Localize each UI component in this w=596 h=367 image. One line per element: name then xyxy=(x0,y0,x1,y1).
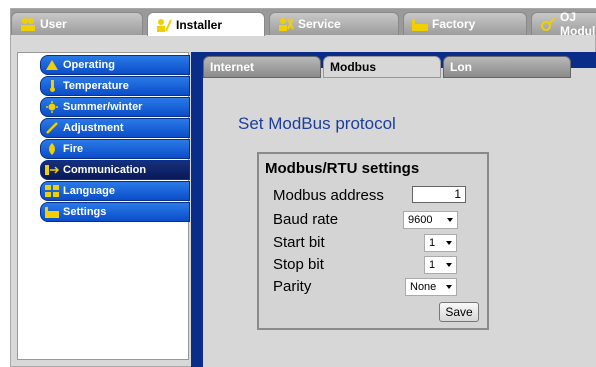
service-icon xyxy=(278,17,294,31)
tab-label: Service xyxy=(298,17,341,31)
baud-rate-label: Baud rate xyxy=(273,211,339,228)
stop-bit-label: Stop bit xyxy=(273,256,324,273)
sidebar-item-settings[interactable]: Settings xyxy=(40,202,190,222)
tab-label: OJ Modul xyxy=(560,10,596,38)
thermometer-icon xyxy=(45,80,59,92)
sidebar-item-adjustment[interactable]: Adjustment xyxy=(40,118,190,138)
modbus-address-label: Modbus address xyxy=(273,187,384,204)
sidebar-menu: Operating Temperature Summer/winter Adju… xyxy=(40,55,190,223)
modbus-settings-box: Modbus/RTU settings Modbus address 1 Bau… xyxy=(257,152,489,330)
tab-service[interactable]: Service xyxy=(269,12,399,35)
app-frame: User Installer Service Factory OJ Modul xyxy=(10,8,596,367)
chevron-down-icon xyxy=(446,285,452,289)
sun-icon xyxy=(45,101,59,113)
tab-modbus[interactable]: Modbus xyxy=(323,56,441,78)
tab-user[interactable]: User xyxy=(11,12,143,35)
main-panel: Internet Modbus Lon Set ModBus protocol … xyxy=(191,52,596,367)
start-bit-label: Start bit xyxy=(273,234,325,251)
sidebar-item-label: Summer/winter xyxy=(63,101,143,113)
baud-rate-value: 9600 xyxy=(408,214,433,226)
chevron-down-icon xyxy=(446,241,452,245)
start-bit-select[interactable]: 1 xyxy=(424,234,457,252)
tab-lon[interactable]: Lon xyxy=(443,56,571,78)
user-group-icon xyxy=(20,17,36,31)
sidebar-item-temperature[interactable]: Temperature xyxy=(40,76,190,96)
chevron-down-icon xyxy=(447,218,453,222)
content-area: Internet Modbus Lon Set ModBus protocol … xyxy=(203,56,596,367)
chevron-down-icon xyxy=(446,263,452,267)
settings-icon xyxy=(45,206,59,218)
sidebar-item-label: Adjustment xyxy=(63,122,124,134)
top-tab-bar: User Installer Service Factory OJ Modul xyxy=(11,9,596,38)
sidebar-item-label: Communication xyxy=(63,164,147,176)
sidebar-item-operating[interactable]: Operating xyxy=(40,55,190,75)
factory-icon xyxy=(412,17,428,31)
parity-select[interactable]: None xyxy=(405,278,457,296)
fire-icon xyxy=(45,143,59,155)
sidebar-item-summer-winter[interactable]: Summer/winter xyxy=(40,97,190,117)
box-title: Modbus/RTU settings xyxy=(265,160,420,177)
start-bit-value: 1 xyxy=(429,237,436,249)
sub-tab-label: Modbus xyxy=(330,60,376,74)
tab-label: Installer xyxy=(176,17,223,32)
sub-tab-label: Internet xyxy=(210,60,255,74)
sidebar: Operating Temperature Summer/winter Adju… xyxy=(17,52,190,360)
stop-bit-value: 1 xyxy=(429,259,436,271)
stop-bit-select[interactable]: 1 xyxy=(424,256,457,274)
sidebar-item-label: Fire xyxy=(63,143,84,155)
parity-value: None xyxy=(410,281,437,293)
sidebar-item-fire[interactable]: Fire xyxy=(40,139,190,159)
parity-label: Parity xyxy=(273,278,312,295)
installer-icon xyxy=(156,18,172,32)
oj-module-icon xyxy=(540,17,556,31)
tab-internet[interactable]: Internet xyxy=(203,56,321,78)
tab-oj-module[interactable]: OJ Modul xyxy=(531,10,596,38)
sidebar-item-label: Operating xyxy=(63,59,115,71)
tab-factory[interactable]: Factory xyxy=(403,12,527,35)
sidebar-item-language[interactable]: Language xyxy=(40,181,190,201)
page-title: Set ModBus protocol xyxy=(238,114,396,133)
operating-icon xyxy=(45,59,59,71)
communication-icon xyxy=(45,164,60,176)
baud-rate-select[interactable]: 9600 xyxy=(403,211,458,229)
sidebar-item-label: Settings xyxy=(63,206,107,218)
save-button[interactable]: Save xyxy=(439,302,479,322)
adjustment-icon xyxy=(45,122,59,134)
sidebar-item-communication[interactable]: Communication xyxy=(40,160,190,180)
tab-installer[interactable]: Installer xyxy=(147,12,265,36)
sidebar-item-label: Temperature xyxy=(63,80,129,92)
language-icon xyxy=(45,185,59,197)
tab-label: User xyxy=(40,17,67,31)
tab-label: Factory xyxy=(432,17,476,31)
modbus-address-input[interactable]: 1 xyxy=(412,186,466,203)
sidebar-item-label: Language xyxy=(63,185,115,197)
sub-tab-label: Lon xyxy=(450,60,472,74)
